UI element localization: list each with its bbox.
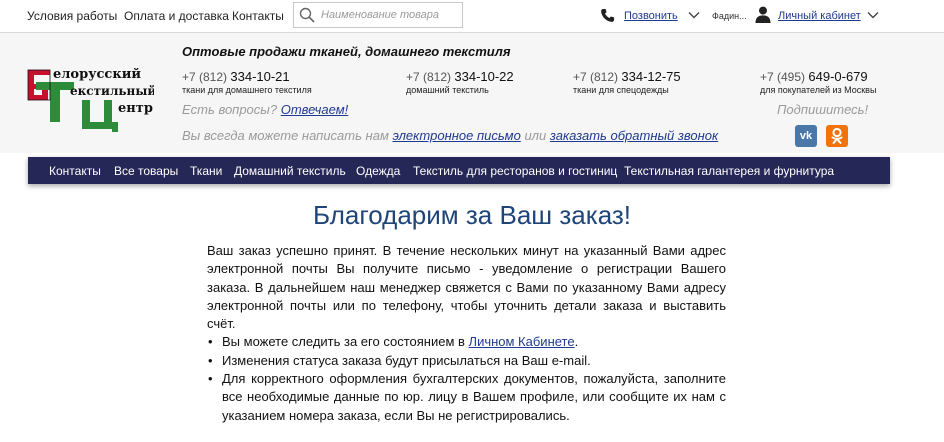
order-confirmation-text: Ваш заказ успешно принят. В течение неск… [207, 242, 726, 425]
phone-desc: ткани для спецодежды [573, 85, 669, 95]
confirmation-paragraph: Ваш заказ успешно принят. В течение неск… [207, 243, 726, 332]
nav-item-all-products[interactable]: Все товары [114, 164, 178, 178]
phone-block-4: +7 (495) 649-0-679 для покупателей из Мо… [760, 69, 876, 95]
vk-icon[interactable]: vk [795, 125, 817, 147]
cabinet-link[interactable]: Личный кабинет [778, 10, 861, 22]
nav-item-contacts[interactable]: Контакты [49, 164, 101, 178]
bullet1-prefix: Вы можете следить за его состоянием в [222, 334, 469, 350]
search-icon[interactable] [299, 7, 315, 23]
page-title: Благодарим за Ваш заказ! [312, 200, 632, 230]
user-icon[interactable] [755, 6, 771, 23]
phone-block-3: +7 (812) 334-12-75 ткани для спецодежды [573, 69, 681, 95]
nav-item-home-textile[interactable]: Домашний текстиль [234, 164, 346, 178]
chevron-down-icon[interactable] [867, 11, 879, 19]
main-nav: Контакты Все товары Ткани Домашний текст… [28, 157, 890, 184]
search-input[interactable] [321, 7, 459, 23]
search-box [293, 2, 463, 28]
phone-prefix: +7 (495) [760, 70, 806, 84]
phone-number[interactable]: 649-0-679 [808, 69, 867, 84]
callback-link[interactable]: Позвонить [624, 10, 678, 22]
phone-desc: для покупателей из Москвы [760, 85, 877, 95]
link-work-terms[interactable]: Условия работы [27, 9, 117, 23]
questions-link[interactable]: Отвечаем! [281, 102, 349, 117]
top-bar: Условия работы Оплата и доставка Контакт… [0, 0, 944, 33]
list-item: Для корректного оформления бухгалтерских… [207, 370, 726, 425]
personal-cabinet-link[interactable]: Личном Кабинете [469, 334, 575, 349]
info-list: Вы можете следить за его состоянием в Ли… [207, 333, 726, 424]
phone-prefix: +7 (812) [406, 70, 452, 84]
nav-item-fabrics[interactable]: Ткани [190, 164, 222, 178]
mail-prefix: Вы всегда можете написать нам [182, 128, 389, 143]
logo-text-2: екстильный [70, 84, 154, 98]
bullet1-suffix: . [574, 334, 579, 350]
chevron-down-icon[interactable] [688, 11, 700, 19]
phone-number[interactable]: 334-10-22 [454, 69, 513, 84]
nav-item-haberdashery[interactable]: Текстильная галантерея и фурнитура [624, 164, 834, 178]
user-name: Фадин... [712, 11, 747, 21]
nav-item-clothing[interactable]: Одежда [356, 164, 400, 178]
phone-number[interactable]: 334-10-21 [230, 69, 289, 84]
link-contacts[interactable]: Контакты [232, 9, 284, 23]
order-callback-link[interactable]: заказать обратный звонок [550, 128, 718, 143]
nav-item-restaurant-textile[interactable]: Текстиль для ресторанов и гостиниц [413, 164, 617, 178]
phone-number[interactable]: 334-12-75 [621, 69, 680, 84]
list-item: Вы можете следить за его состоянием в Ли… [207, 333, 726, 352]
phone-block-1: +7 (812) 334-10-21 ткани для домашнего т… [182, 69, 312, 95]
logo-text-1: елорусский [53, 68, 141, 82]
logo-text-3: ентр [118, 101, 153, 116]
odnoklassniki-icon[interactable] [826, 125, 848, 147]
phone-block-2: +7 (812) 334-10-22 домашний текстиль [406, 69, 514, 95]
questions-line: Есть вопросы? Отвечаем! [182, 102, 348, 117]
subscribe-label: Подпишитесь! [777, 102, 869, 117]
phone-prefix: +7 (812) [182, 70, 228, 84]
tagline: Оптовые продажи тканей, домашнего тексти… [182, 44, 511, 59]
phone-icon[interactable] [600, 8, 615, 23]
email-link[interactable]: электронное письмо [392, 128, 520, 143]
questions-text: Есть вопросы? [182, 102, 278, 117]
logo[interactable]: елорусский екстильный ентр [26, 68, 154, 132]
mail-or: или [524, 128, 547, 143]
contact-line: Вы всегда можете написать нам электронно… [182, 128, 718, 143]
list-item: Изменения статуса заказа будут присылать… [207, 352, 726, 371]
phone-desc: ткани для домашнего текстиля [182, 85, 312, 95]
phone-prefix: +7 (812) [573, 70, 619, 84]
link-payment-delivery[interactable]: Оплата и доставка [124, 9, 229, 23]
phone-desc: домашний текстиль [406, 85, 489, 95]
